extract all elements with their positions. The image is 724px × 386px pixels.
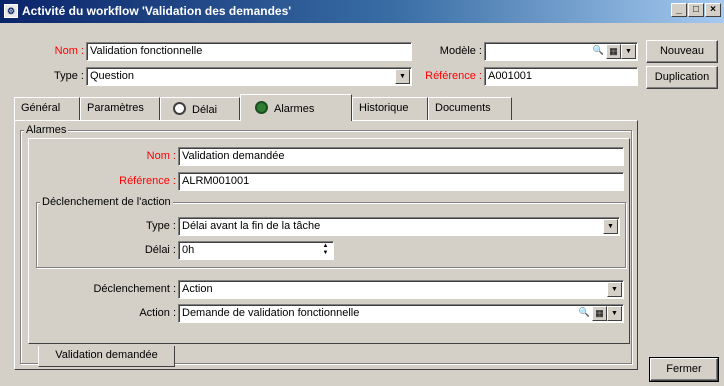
alarmes-group-title: Alarmes: [24, 124, 69, 136]
chevron-down-icon[interactable]: ▼: [607, 282, 622, 297]
tab-label: Paramètres: [87, 102, 144, 114]
chevron-down-icon[interactable]: ▼: [603, 219, 618, 234]
spinner-arrows[interactable]: ▲ ▼: [319, 243, 332, 258]
tab-label: Historique: [359, 102, 409, 114]
tab-documents[interactable]: Documents: [428, 97, 512, 120]
tab-label: Alarmes: [274, 103, 315, 115]
search-icon[interactable]: 🔍: [591, 44, 606, 59]
reference-label: Référence :: [425, 70, 482, 82]
details-icon[interactable]: ▦: [606, 44, 621, 59]
spin-down-icon: ▼: [322, 250, 329, 256]
alarm-icon: [255, 101, 268, 114]
tab-parametres[interactable]: Paramètres: [80, 97, 160, 120]
clock-icon: [173, 102, 186, 115]
close-button[interactable]: ×: [705, 3, 721, 17]
fermer-button[interactable]: Fermer: [649, 357, 719, 382]
nom-input[interactable]: Validation fonctionnelle: [86, 42, 412, 61]
declenchement-label: Déclenchement :: [93, 283, 176, 295]
window-title: Activité du workflow 'Validation des dem…: [22, 4, 292, 18]
chevron-down-icon[interactable]: ▼: [621, 44, 636, 59]
workflow-icon: ⚙: [4, 4, 18, 18]
workflow-activity-window: ⚙ Activité du workflow 'Validation des d…: [0, 0, 724, 386]
tab-historique[interactable]: Historique: [352, 97, 428, 120]
tab-general[interactable]: Général: [14, 97, 80, 120]
tab-delai[interactable]: Délai: [160, 97, 240, 120]
modele-label: Modèle :: [439, 45, 482, 57]
trigger-group-title: Déclenchement de l'action: [40, 196, 173, 208]
nouveau-button[interactable]: Nouveau: [646, 40, 718, 63]
delai-label: Délai :: [144, 244, 176, 256]
alarm-reference-label: Référence :: [119, 175, 176, 187]
tab-alarmes[interactable]: Alarmes: [240, 94, 352, 121]
alarm-nom-label: Nom :: [146, 150, 176, 162]
alarm-nom-input[interactable]: Validation demandée: [178, 147, 624, 166]
search-icon[interactable]: 🔍: [577, 306, 592, 321]
delai-spinner[interactable]: 0h ▲ ▼: [178, 241, 334, 260]
details-icon[interactable]: ▦: [592, 306, 607, 321]
minimize-button[interactable]: _: [671, 3, 687, 17]
type-select[interactable]: Question ▼: [86, 67, 412, 86]
tab-label: Documents: [435, 102, 491, 114]
action-label: Action :: [139, 307, 176, 319]
duplication-button[interactable]: Duplication: [646, 66, 718, 89]
nom-label: Nom :: [54, 45, 84, 57]
tab-label: Général: [21, 102, 61, 114]
alarm-reference-input[interactable]: ALRM001001: [178, 172, 624, 191]
title-bar[interactable]: ⚙ Activité du workflow 'Validation des d…: [0, 0, 724, 23]
trigger-type-select[interactable]: Délai avant la fin de la tâche ▼: [178, 217, 620, 236]
maximize-button[interactable]: □: [688, 3, 704, 17]
alarm-tab-validation-demandee[interactable]: Validation demandée: [38, 346, 175, 367]
type-label: Type :: [54, 70, 84, 82]
chevron-down-icon[interactable]: ▼: [607, 306, 622, 321]
reference-input[interactable]: A001001: [484, 67, 638, 86]
tab-label: Délai: [192, 104, 218, 116]
modele-input[interactable]: 🔍 ▦ ▼: [484, 42, 638, 61]
declenchement-select[interactable]: Action ▼: [178, 280, 624, 299]
spin-up-icon: ▲: [322, 243, 329, 249]
trigger-type-label: Type :: [146, 220, 176, 232]
action-input[interactable]: Demande de validation fonctionnelle 🔍 ▦ …: [178, 304, 624, 323]
chevron-down-icon[interactable]: ▼: [395, 69, 410, 84]
